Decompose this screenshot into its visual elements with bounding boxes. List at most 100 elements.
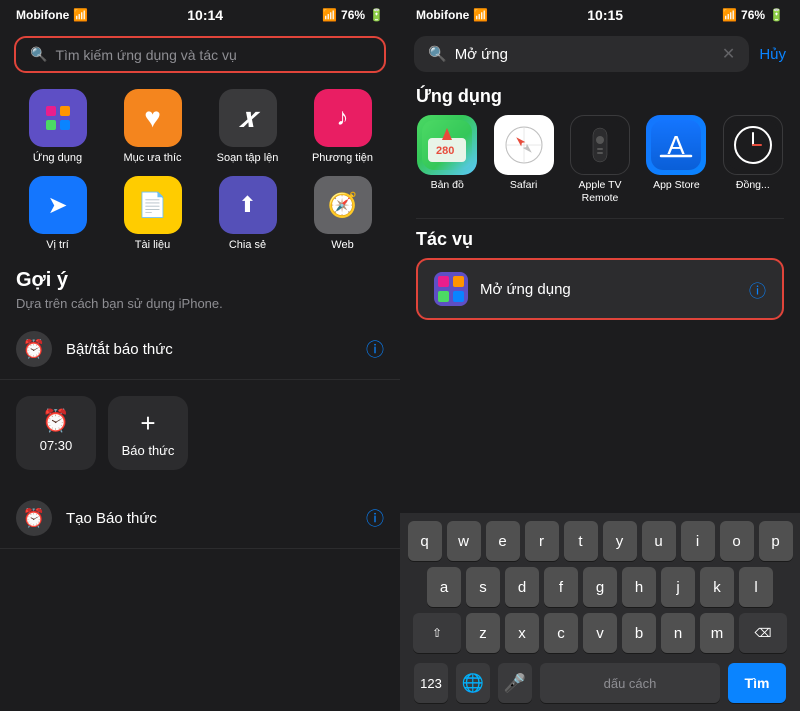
key-a[interactable]: a [427,567,461,607]
suggestions-title: Gợi ý [0,265,400,294]
key-b[interactable]: b [622,613,656,653]
clock-icon: ⏰ [42,408,69,434]
alarm-section: ⏰ 07:30 + Báo thức [0,380,400,480]
bat-tat-info-btn[interactable]: ⓘ [366,336,384,362]
key-t[interactable]: t [564,521,598,561]
vi-tri-icon: ➤ [29,176,87,234]
add-icon: + [140,408,155,439]
key-f[interactable]: f [544,567,578,607]
soan-tap-len-label: Soạn tập lện [217,152,279,164]
app-clock[interactable]: Đồng... [722,115,784,204]
muc-ua-thic-label: Mục ưa thíc [123,152,181,164]
key-u[interactable]: u [642,521,676,561]
task-info-btn[interactable]: ⓘ [749,277,766,302]
appstore-label: App Store [653,179,700,192]
tai-lieu-icon: 📄 [124,176,182,234]
right-status-left: Mobifone 📶 [416,8,488,22]
maps-icon: 280 [417,115,477,175]
key-x[interactable]: x [505,613,539,653]
shortcut-ung-dung[interactable]: Ứng dụng [16,89,99,164]
shortcut-chia-se[interactable]: ⬆ Chia sẻ [206,176,289,251]
left-panel: Mobifone 📶 10:14 📶 76% 🔋 🔍 Tìm kiếm ứng … [0,0,400,711]
key-h[interactable]: h [622,567,656,607]
task-mo-ung-dung[interactable]: Mở ứng dụng ⓘ [416,258,784,320]
key-z[interactable]: z [466,613,500,653]
alarm-time-value: 07:30 [40,438,73,453]
key-num[interactable]: 123 [414,663,448,703]
battery-icon: 🔋 [369,8,384,22]
tao-bao-thuc-icon: ⏰ [16,500,52,536]
key-globe[interactable]: 🌐 [456,663,490,703]
appstore-icon: A [646,115,706,175]
keyboard-bottom-bar: 123 🌐 🎤 dấu cách Tìm [404,659,796,707]
shortcut-vi-tri[interactable]: ➤ Vị trí [16,176,99,251]
key-mic[interactable]: 🎤 [498,663,532,703]
key-row-1: q w e r t y u i o p [404,521,796,561]
key-o[interactable]: o [720,521,754,561]
ban-do-label: Bản đồ [431,179,464,192]
right-search-bar[interactable]: 🔍 Mở ứng ✕ [414,36,749,72]
left-search-placeholder: Tìm kiếm ứng dụng và tác vụ [55,47,236,63]
key-d[interactable]: d [505,567,539,607]
key-j[interactable]: j [661,567,695,607]
right-status-right: 📶 76% 🔋 [722,8,784,22]
suggestion-tao-bao-thuc[interactable]: ⏰ Tạo Báo thức ⓘ [0,488,400,549]
shortcut-muc-ua-thic[interactable]: ♥ Mục ưa thíc [111,89,194,164]
key-y[interactable]: y [603,521,637,561]
clear-search-button[interactable]: ✕ [722,44,735,64]
right-search-query: Mở ứng [455,46,508,63]
key-r[interactable]: r [525,521,559,561]
key-row-3: ⇧ z x c v b n m ⌫ [404,613,796,653]
key-e[interactable]: e [486,521,520,561]
safari-label: Safari [510,179,537,192]
key-l[interactable]: l [739,567,773,607]
shortcut-soan-tap-len[interactable]: 𝒙 Soạn tập lện [206,89,289,164]
app-ban-do[interactable]: 280 Bản đồ [416,115,478,204]
cancel-button[interactable]: Hủy [759,46,786,63]
bat-tat-icon: ⏰ [16,331,52,367]
alarm-card-time[interactable]: ⏰ 07:30 [16,396,96,470]
key-q[interactable]: q [408,521,442,561]
key-k[interactable]: k [700,567,734,607]
key-i[interactable]: i [681,521,715,561]
app-appstore[interactable]: A App Store [645,115,707,204]
task-mo-ung-dung-label: Mở ứng dụng [480,281,737,298]
tao-bao-thuc-label: Tạo Báo thức [66,510,352,527]
shortcut-tai-lieu[interactable]: 📄 Tài liệu [111,176,194,251]
shortcut-phuong-tien[interactable]: ♪ Phương tiện [301,89,384,164]
key-p[interactable]: p [759,521,793,561]
key-shift[interactable]: ⇧ [413,613,461,653]
shortcut-web[interactable]: 🧭 Web [301,176,384,251]
tao-bao-thuc-info-btn[interactable]: ⓘ [366,505,384,531]
key-n[interactable]: n [661,613,695,653]
right-battery-icon: 🔋 [769,8,784,22]
key-return[interactable]: Tìm [728,663,786,703]
key-m[interactable]: m [700,613,734,653]
phuong-tien-label: Phương tiện [312,152,373,164]
key-w[interactable]: w [447,521,481,561]
apps-section-title: Ứng dụng [400,82,800,115]
left-time: 10:14 [187,7,223,23]
key-space[interactable]: dấu cách [540,663,720,703]
right-battery: 76% [741,8,765,22]
key-v[interactable]: v [583,613,617,653]
vi-tri-label: Vị trí [46,239,69,251]
task-app-icon [434,272,468,306]
soan-tap-len-icon: 𝒙 [219,89,277,147]
ung-dung-icon [29,89,87,147]
key-c[interactable]: c [544,613,578,653]
tai-lieu-label: Tài liệu [135,239,170,251]
key-backspace[interactable]: ⌫ [739,613,787,653]
app-safari[interactable]: Safari [492,115,554,204]
suggestions-subtitle: Dựa trên cách bạn sử dụng iPhone. [0,294,400,319]
left-search-wrapper: 🔍 Tìm kiếm ứng dụng và tác vụ [0,28,400,83]
key-g[interactable]: g [583,567,617,607]
left-search-bar[interactable]: 🔍 Tìm kiếm ứng dụng và tác vụ [14,36,386,73]
key-s[interactable]: s [466,567,500,607]
left-status-right: 📶 76% 🔋 [322,8,384,22]
app-appletv[interactable]: Apple TV Remote [569,115,631,204]
signal-icon: 📶 [322,8,337,22]
suggestion-bat-tat[interactable]: ⏰ Bật/tắt báo thức ⓘ [0,319,400,380]
alarm-card-add[interactable]: + Báo thức [108,396,188,470]
ung-dung-label: Ứng dụng [33,152,82,164]
